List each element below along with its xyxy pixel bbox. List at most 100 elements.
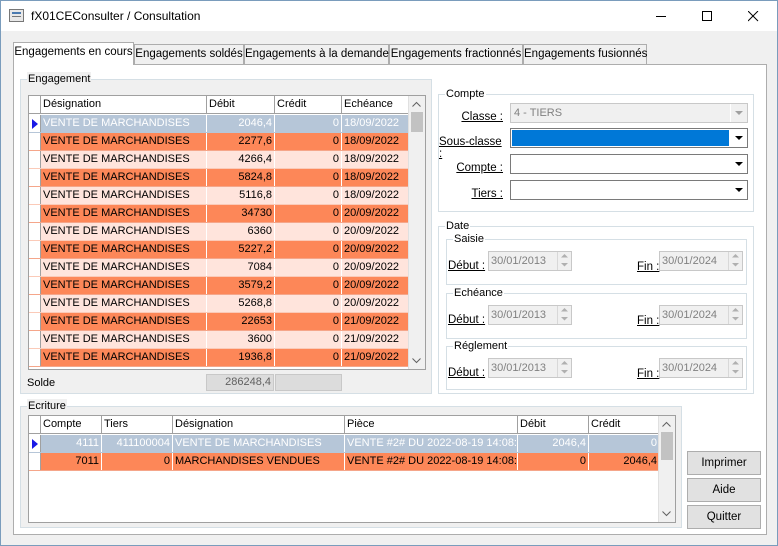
sous-classe-combo[interactable]	[510, 128, 748, 148]
compte-combo[interactable]	[510, 154, 748, 174]
quitter-button[interactable]: Quitter	[687, 505, 761, 529]
cell-credit: 0	[275, 349, 342, 366]
engagement-vscroll[interactable]	[408, 96, 425, 369]
col-header-designation[interactable]: Désignation	[173, 416, 345, 433]
compte-dropdown-button[interactable]	[730, 155, 747, 173]
chevron-down-icon	[735, 136, 743, 140]
col-header-piece[interactable]: Pièce	[345, 416, 518, 433]
row-indicator[interactable]	[29, 331, 41, 348]
col-header-tiers[interactable]: Tiers	[102, 416, 173, 433]
spin-down-icon	[557, 261, 571, 270]
tiers-dropdown-button[interactable]	[730, 181, 747, 199]
chevron-down-icon	[735, 162, 743, 166]
engagement-grid[interactable]: Désignation Débit Crédit Echéance VENTE …	[28, 95, 426, 370]
table-row[interactable]: 7011 0 MARCHANDISES VENDUES VENTE #2# DU 20…	[29, 453, 660, 471]
table-row[interactable]: VENTE DE MARCHANDISES 7084 0 20/09/2022	[29, 259, 410, 277]
row-indicator[interactable]	[29, 223, 41, 240]
spin-up-icon	[728, 306, 742, 315]
saisie-debut-date: 30/01/2013	[488, 251, 572, 271]
row-indicator[interactable]	[29, 313, 41, 330]
row-indicator[interactable]	[29, 259, 41, 276]
cell-echeance: 18/09/2022	[342, 151, 410, 168]
scroll-up-icon[interactable]	[412, 101, 421, 107]
row-indicator[interactable]	[29, 453, 41, 470]
row-indicator[interactable]	[29, 187, 41, 204]
table-row[interactable]: VENTE DE MARCHANDISES 1936,8 0 21/09/2022	[29, 349, 410, 367]
close-button[interactable]	[731, 1, 777, 31]
col-header-debit[interactable]: Débit	[518, 416, 589, 433]
ecriture-scroll-thumb[interactable]	[661, 432, 673, 460]
row-indicator[interactable]	[29, 241, 41, 258]
table-row[interactable]: 4111 411100004 VENTE DE MARCHANDISES VENTE …	[29, 435, 660, 453]
table-row[interactable]: VENTE DE MARCHANDISES 22653 0 21/09/2022	[29, 313, 410, 331]
row-indicator[interactable]	[29, 277, 41, 294]
table-row[interactable]: VENTE DE MARCHANDISES 34730 0 20/09/2022	[29, 205, 410, 223]
tab-engagements-soldes[interactable]: Engagements soldés	[134, 44, 244, 64]
maximize-icon	[702, 11, 712, 21]
sous-classe-dropdown-button[interactable]	[730, 129, 747, 147]
tab-engagements-a-la-demande[interactable]: Engagements à la demande	[244, 44, 389, 64]
table-row[interactable]: VENTE DE MARCHANDISES 2277,6 0 18/09/2022	[29, 133, 410, 151]
ecriture-vscroll[interactable]	[658, 416, 675, 522]
aide-button[interactable]: Aide	[687, 478, 761, 502]
cell-debit: 2046,4	[207, 115, 275, 132]
cell-designation: VENTE DE MARCHANDISES	[41, 205, 207, 222]
row-indicator[interactable]	[29, 115, 41, 132]
tiers-combo[interactable]	[510, 180, 748, 200]
col-header-designation[interactable]: Désignation	[41, 96, 207, 113]
cell-credit: 0	[589, 435, 660, 452]
cell-debit: 1936,8	[207, 349, 275, 366]
row-indicator[interactable]	[29, 349, 41, 366]
scroll-down-icon[interactable]	[662, 511, 671, 517]
row-indicator[interactable]	[29, 151, 41, 168]
table-row[interactable]: VENTE DE MARCHANDISES 3600 0 21/09/2022	[29, 331, 410, 349]
col-header-echeance[interactable]: Echéance	[342, 96, 410, 113]
scroll-down-icon[interactable]	[412, 358, 421, 364]
cell-credit: 0	[275, 241, 342, 258]
col-header-compte[interactable]: Compte	[41, 416, 102, 433]
ecriture-group-label: Ecriture	[27, 399, 67, 413]
maximize-button[interactable]	[685, 1, 731, 31]
table-row[interactable]: VENTE DE MARCHANDISES 3579,2 0 20/09/2022	[29, 277, 410, 295]
spin-up-icon	[557, 306, 571, 315]
tab-engagements-fractionnes[interactable]: Engagements fractionnés	[389, 44, 523, 64]
row-indicator[interactable]	[29, 205, 41, 222]
row-indicator[interactable]	[29, 133, 41, 150]
cell-designation: MARCHANDISES VENDUES	[173, 453, 345, 470]
table-row[interactable]: VENTE DE MARCHANDISES 5116,8 0 18/09/2022	[29, 187, 410, 205]
ecriture-grid[interactable]: Compte Tiers Désignation Pièce Débit Cré…	[28, 415, 676, 523]
row-indicator[interactable]	[29, 295, 41, 312]
spin-up-icon	[557, 252, 571, 261]
cell-credit: 0	[275, 151, 342, 168]
table-row[interactable]: VENTE DE MARCHANDISES 5824,8 0 18/09/2022	[29, 169, 410, 187]
cell-tiers: 0	[102, 453, 173, 470]
cell-designation: VENTE DE MARCHANDISES	[41, 313, 207, 330]
row-indicator[interactable]	[29, 169, 41, 186]
imprimer-button[interactable]: Imprimer	[687, 451, 761, 475]
cell-debit: 5268,8	[207, 295, 275, 312]
row-indicator[interactable]	[29, 435, 41, 452]
table-row[interactable]: VENTE DE MARCHANDISES 4266,4 0 18/09/2022	[29, 151, 410, 169]
cell-tiers: 411100004	[102, 435, 173, 452]
minimize-button[interactable]	[639, 1, 685, 31]
scroll-up-icon[interactable]	[662, 421, 671, 427]
date-group: Date Saisie Début : 30/01/2013 Fin : 30/…	[438, 219, 754, 394]
tab-engagements-en-cours[interactable]: Engagements en cours	[13, 42, 134, 65]
col-header-credit[interactable]: Crédit	[589, 416, 660, 433]
compte-group-label: Compte	[445, 87, 486, 101]
classe-combo: 4 - TIERS	[510, 103, 748, 123]
cell-debit: 7084	[207, 259, 275, 276]
table-row[interactable]: VENTE DE MARCHANDISES 2046,4 0 18/09/2022	[29, 115, 410, 133]
cell-echeance: 20/09/2022	[342, 259, 410, 276]
table-row[interactable]: VENTE DE MARCHANDISES 6360 0 20/09/2022	[29, 223, 410, 241]
col-header-credit[interactable]: Crédit	[275, 96, 342, 113]
solde-credit-total	[275, 374, 342, 391]
engagement-scroll-thumb[interactable]	[411, 112, 423, 132]
table-row[interactable]: VENTE DE MARCHANDISES 5227,2 0 20/09/2022	[29, 241, 410, 259]
tab-engagements-fusionnes[interactable]: Engagements fusionnés	[523, 44, 647, 64]
col-header-debit[interactable]: Débit	[207, 96, 275, 113]
table-row[interactable]: VENTE DE MARCHANDISES 5268,8 0 20/09/2022	[29, 295, 410, 313]
engagement-rows: VENTE DE MARCHANDISES 2046,4 0 18/09/2022 VE…	[29, 115, 410, 367]
saisie-group-label: Saisie	[453, 232, 485, 246]
cell-designation: VENTE DE MARCHANDISES	[41, 151, 207, 168]
